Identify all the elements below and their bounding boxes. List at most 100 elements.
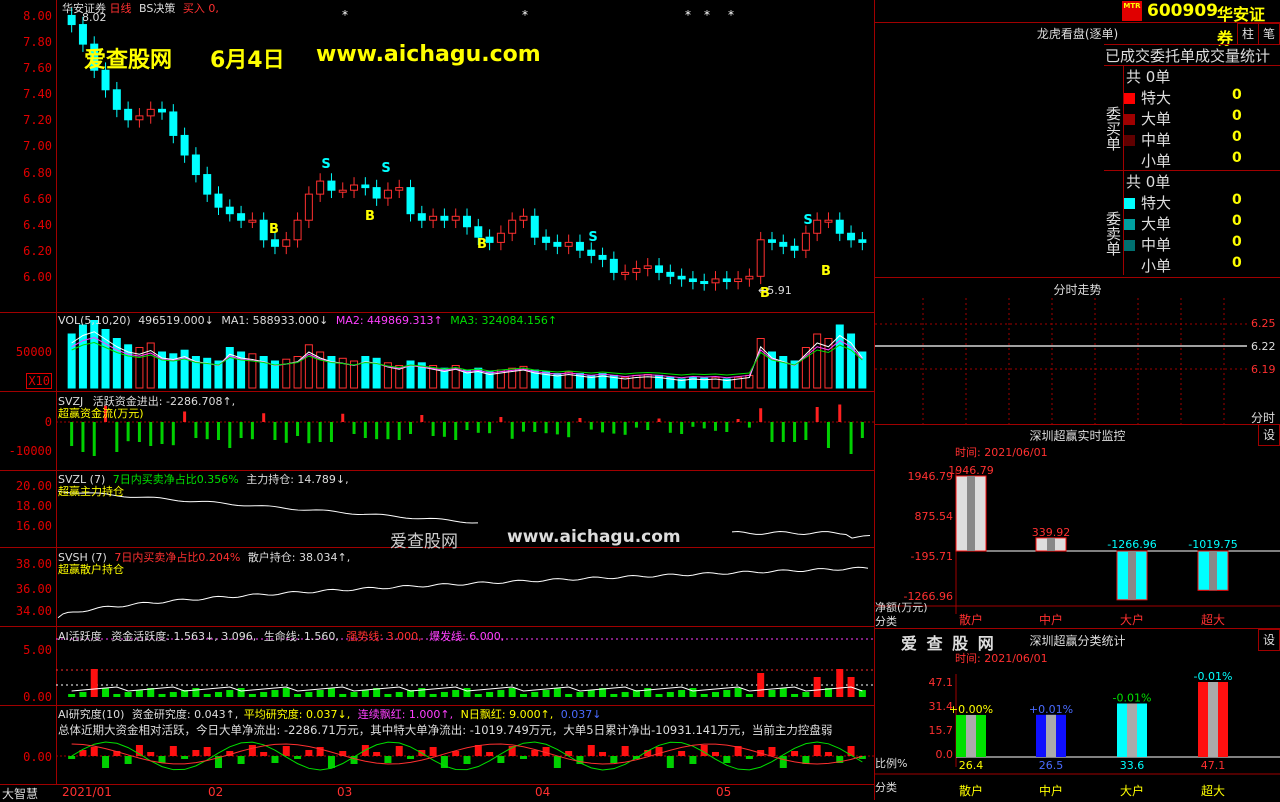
realtime-tick: 1946.79 (908, 470, 954, 483)
legend-swatch (1124, 156, 1135, 167)
research-bar (294, 756, 302, 759)
x-label: 02 (208, 785, 224, 799)
candle-body (813, 219, 822, 234)
flow-bar (329, 422, 333, 442)
classify-delta: -0.01% (1194, 670, 1233, 683)
classify-panel[interactable]: 爱 查 股 网 深圳超赢分类统计 设 时间: 2021/06/01 47.1 31… (875, 629, 1280, 800)
classify-bar-core (1208, 682, 1218, 757)
sell-total: 共 0单 (1126, 173, 1171, 191)
research-bar (147, 752, 155, 756)
kline-panel[interactable]: 8.00 7.80 7.60 7.40 7.20 7.00 6.80 6.60 6.40 6.20… (0, 0, 875, 313)
order-label: 中单 (1141, 236, 1172, 254)
watermark-site: 爱查股网 (84, 48, 173, 73)
realtime-value: -1266.96 (1107, 538, 1156, 551)
candle-body (304, 193, 313, 221)
fenshi-tick: 6.22 (1251, 340, 1276, 353)
candle-body (361, 184, 370, 189)
order-value: 0 (1232, 150, 1242, 166)
classify-tick: 15.7 (929, 724, 954, 737)
candle-body (237, 213, 246, 221)
buy-signal: B (269, 222, 279, 237)
active-bar (463, 688, 471, 697)
order-label: 中单 (1141, 131, 1172, 149)
flow-bar (81, 422, 85, 452)
candle-body (169, 111, 178, 136)
ai-active-panel[interactable]: 5.00 0.00 AI活跃度 资金活跃度: 1.563↓, 3.096, 生命… (0, 627, 875, 706)
flow-bar (555, 422, 559, 435)
active-bar (587, 690, 595, 697)
candle-body (666, 271, 675, 277)
candle-body (575, 241, 584, 251)
research-bar (68, 756, 76, 759)
active-bar (384, 694, 392, 697)
flow-bar (420, 415, 424, 422)
legend-swatch (1124, 135, 1135, 146)
research-bar (621, 746, 629, 756)
research-bar (192, 750, 200, 756)
fenshi-panel[interactable]: 分时走势 6.25 6.22 6.19 分时 (875, 277, 1280, 425)
order-label: 大单 (1141, 110, 1172, 128)
classify-delta: -0.01% (1113, 691, 1152, 704)
flow-bar (126, 422, 130, 442)
vol-panel[interactable]: 50000 X10 VOL(5,10,20) 496519.000↓ MA1: … (0, 313, 875, 392)
bar-mode-button[interactable]: 柱 (1237, 23, 1259, 45)
candle-body (722, 278, 731, 283)
realtime-panel[interactable]: 深圳超赢实时监控 设 时间: 2021/06/01 1946.79 875.54-… (875, 424, 1280, 629)
tick-mode-button[interactable]: 笔 (1258, 23, 1280, 45)
classify-value: 47.1 (1201, 759, 1226, 772)
candle-body (700, 281, 709, 285)
fenshi-tick: 6.25 (1251, 317, 1276, 330)
watermark-url: www.aichagu.com (316, 42, 541, 67)
active-bar (135, 690, 143, 697)
volume-bar (847, 333, 856, 389)
classify-bar-core (1046, 714, 1056, 757)
period: 日线 (109, 2, 132, 15)
order-row: 小单 0 (1124, 150, 1244, 171)
lhb-panel[interactable]: 龙虎看盘(逐单) 柱 笔 已成交委托单成交量统计 委买单 共 0单 特大 0 大单 0… (875, 23, 1280, 276)
active-bar (327, 688, 335, 697)
flow-bar (375, 422, 379, 440)
research-bar (678, 751, 686, 756)
strategy: BS决策 (139, 2, 176, 15)
candle-body (496, 232, 505, 243)
research-bar (237, 756, 245, 764)
flow-bar (747, 422, 751, 428)
candle-body (858, 239, 867, 243)
flow-bar (702, 422, 706, 429)
research-bar (181, 756, 189, 759)
candle-body (203, 174, 212, 195)
flow-bar (623, 422, 627, 435)
svzl-panel[interactable]: 20.00 18.00 16.00 SVZL (7) 7日内买卖净占比0.356… (0, 471, 875, 552)
active-bar (395, 692, 403, 697)
candle-body (508, 219, 517, 234)
candle-body (801, 232, 810, 251)
active-bar (124, 692, 132, 697)
flow-bar (714, 422, 718, 431)
flow-bar (725, 422, 729, 432)
flow-bar (736, 419, 740, 422)
flow-bar (488, 422, 492, 434)
research-bar (723, 756, 731, 763)
flow-bar (601, 422, 605, 433)
ai-research-panel[interactable]: 0.00 AI研究度(10) 资金研究度: 0.043↑, 平均研究度: 0.0… (0, 706, 875, 785)
svzj-panel[interactable]: 0 -10000 SVZJ 活跃资金进出: -2286.708↑, 超赢资金流(… (0, 392, 875, 471)
flow-bar (521, 422, 525, 432)
active-bar (169, 692, 177, 697)
order-row: 特大 0 (1124, 192, 1244, 213)
candle-body (756, 239, 765, 277)
sell-signal: S (381, 161, 390, 176)
flow-bar (589, 422, 593, 430)
research-bar (666, 756, 674, 768)
active-bar (474, 694, 482, 697)
svsh-panel[interactable]: 38.00 36.00 34.00 SVSH (7) 7日内买卖净占比0.204… (0, 548, 875, 627)
active-bar (610, 694, 618, 697)
realtime-bar-core (967, 476, 975, 551)
research-bar (102, 756, 110, 768)
volume-bar (90, 320, 99, 389)
research-bar (248, 745, 256, 756)
candle-body (440, 215, 449, 221)
legend-swatch (1124, 240, 1135, 251)
svzj-sub: 超赢资金流(万元) (58, 407, 144, 420)
active-bar (113, 694, 121, 697)
volume-bar (225, 347, 234, 389)
